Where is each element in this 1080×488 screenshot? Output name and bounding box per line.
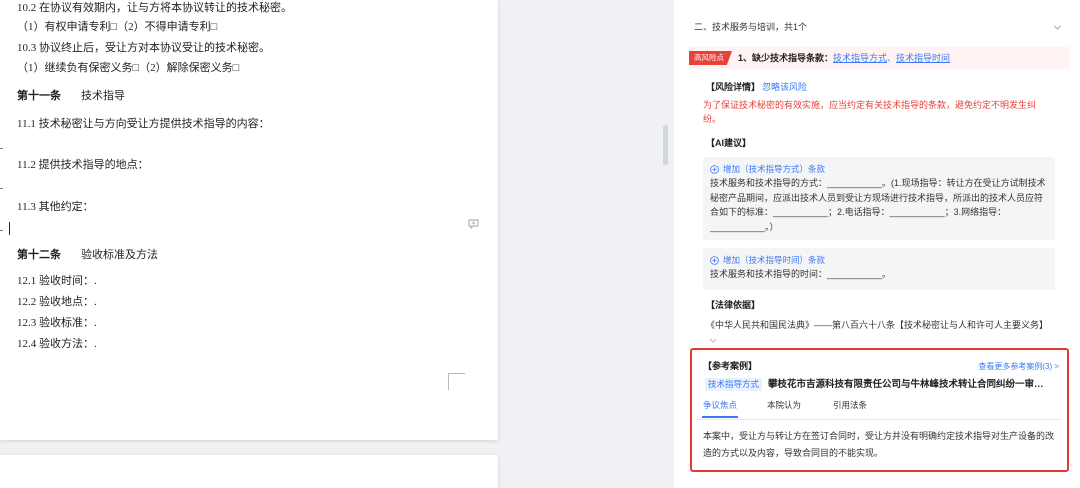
article-title: 技术指导 [81,90,125,102]
risk-card: 高风险点 1、缺少技术指导条款：技术指导方式、技术指导时间 【风险详情】 忽略该风… [689,47,1069,345]
suggestion-title: 增加（技术指导方式）条款 [723,164,826,174]
text-cursor [9,222,10,235]
risk-detail-text: 为了保证技术秘密的有效实施，应当约定有关技术指导的条款，避免约定不明发生纠纷。 [703,100,1037,124]
add-clause-button[interactable]: 增加（技术指导时间）条款 [710,254,1048,267]
plus-circle-icon [710,165,719,174]
document-scrollbar[interactable] [663,125,668,165]
document-line[interactable]: 12.4 验收方法：. [17,337,97,351]
document-line[interactable]: 12.1 验收时间：. [17,274,97,288]
article-heading[interactable]: 第十二条 验收标准及方法 [17,248,158,262]
margin-corner-mark [448,373,465,390]
article-number: 第十二条 [17,249,61,261]
document-line[interactable]: 10.2 在协议有效期内，让与方将本协议转让的技术秘密。 [17,1,292,15]
document-line[interactable]: 11.2 提供技术指导的地点： [17,158,149,172]
document-line[interactable]: 11.3 其他约定： [17,200,94,214]
line-marker [0,188,3,189]
ai-suggestion-label: 【AI建议】 [706,138,752,148]
document-line[interactable]: （1）有权申请专利□（2）不得申请专利□ [17,20,217,34]
term-separator: 、 [887,53,897,63]
chevron-down-icon[interactable] [1053,23,1062,32]
article-heading[interactable]: 第十一条 技术指导 [17,89,125,103]
reference-case-label: 【参考案例】 [703,361,758,371]
case-content: 本案中，受让方与转让方在签订合同时，受让方并没有明确约定技术指导对生产设备的改造… [703,431,1055,458]
risk-title-row: 1、缺少技术指导条款：技术指导方式、技术指导时间 [738,52,950,64]
article-title: 验收标准及方法 [81,249,158,261]
suggestion-text: 技术服务和技术指导的时间：___________。 [710,269,892,279]
active-tab-indicator [702,416,738,418]
more-cases-link[interactable]: 查看更多参考案例(3) > [978,361,1059,372]
tab-cited-laws[interactable]: 引用法条 [833,399,867,411]
document-page-next[interactable] [0,455,498,488]
chevron-down-icon[interactable] [709,337,717,344]
risk-review-panel: 二、技术服务与培训，共1个 高风险点 1、缺少技术指导条款：技术指导方式、技术指… [674,0,1080,488]
document-line[interactable]: （1）继续负有保密义务□（2）解除保密义务□ [17,61,239,75]
risk-level-badge: 高风险点 [689,51,732,65]
suggestion-card: 增加（技术指导时间）条款 技术服务和技术指导的时间：___________。 [703,248,1055,290]
missing-term-link[interactable]: 技术指导方式 [833,53,887,63]
risk-title: 1、缺少技术指导条款： [738,53,834,63]
divider [697,419,1062,420]
suggestion-text: 技术服务和技术指导的方式：___________。(1.现场指导：转让方在受让方… [710,178,1046,232]
tab-dispute-focus[interactable]: 争议焦点 [703,399,737,411]
risk-detail-label: 【风险详情】 [706,82,761,92]
ignore-risk-link[interactable]: 忽略该风险 [762,82,807,92]
reference-case-card: 【参考案例】 查看更多参考案例(3) > 技术指导方式 攀枝花市吉源科技有限责任… [690,348,1069,472]
suggestion-card: 增加（技术指导方式）条款 技术服务和技术指导的方式：___________。(1… [703,157,1055,240]
plus-circle-icon [710,256,719,265]
missing-term-link[interactable]: 技术指导时间 [896,53,950,63]
risk-detail-label-row: 【风险详情】 忽略该风险 [706,81,807,93]
document-line[interactable]: 11.1 技术秘密让与方向受让方提供技术指导的内容： [17,117,270,131]
line-marker [0,148,3,149]
document-line[interactable]: 12.3 验收标准：. [17,316,97,330]
law-basis-text: 《中华人民共和国民法典》——第八百六十八条【技术秘密让与人和许可人主要义务】 [706,320,1049,330]
article-number: 第十一条 [17,90,61,102]
document-line[interactable]: 10.3 协议终止后，受让方对本协议受让的技术秘密。 [17,41,270,55]
case-title-link[interactable]: 攀枝花市吉源科技有限责任公司与牛林峰技术转让合同纠纷一审… [768,378,1060,391]
comment-icon[interactable] [468,219,479,229]
line-marker [0,230,3,231]
document-page[interactable]: 10.2 在协议有效期内，让与方将本协议转让的技术秘密。 （1）有权申请专利□（… [0,0,498,440]
document-line[interactable]: 12.2 验收地点：. [17,295,97,309]
tab-court-opinion[interactable]: 本院认为 [767,399,801,411]
case-tag: 技术指导方式 [705,378,763,391]
law-basis-label: 【法律依据】 [706,300,761,310]
section-title[interactable]: 二、技术服务与培训，共1个 [694,21,807,33]
suggestion-title: 增加（技术指导时间）条款 [723,255,826,265]
add-clause-button[interactable]: 增加（技术指导方式）条款 [710,163,1048,176]
